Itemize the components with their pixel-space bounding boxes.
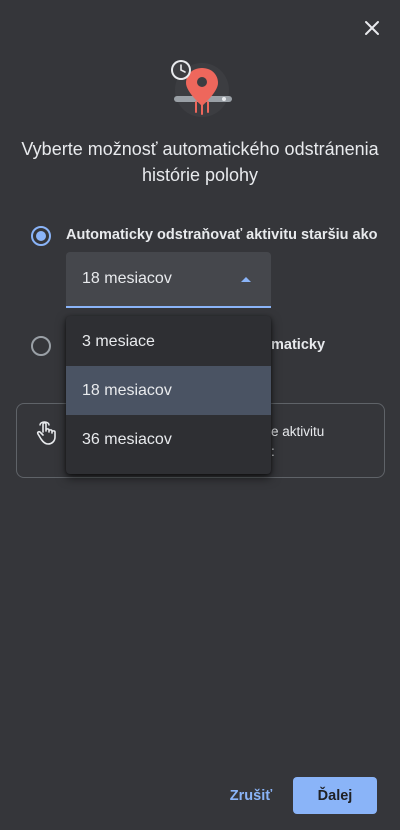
period-select[interactable]: 18 mesiacov xyxy=(66,252,271,308)
close-icon xyxy=(365,21,379,35)
touch-hand-icon xyxy=(35,420,59,451)
radio-no-auto-delete[interactable] xyxy=(31,336,51,356)
radio-auto-delete[interactable] xyxy=(31,226,51,246)
option-auto-delete-label: Automaticky odstraňovať aktivitu staršiu… xyxy=(66,227,378,243)
option-no-auto-delete-label: maticky xyxy=(271,337,326,353)
next-button[interactable]: Ďalej xyxy=(293,777,377,814)
cancel-button[interactable]: Zrušiť xyxy=(222,778,280,814)
info-card-text-line1: e aktivitu xyxy=(271,424,325,439)
dialog-title: Vyberte možnosť automatického odstráneni… xyxy=(21,139,379,185)
location-history-icon xyxy=(168,58,236,118)
close-button[interactable] xyxy=(358,14,386,42)
chevron-up-icon xyxy=(241,277,251,282)
period-select-value: 18 mesiacov xyxy=(82,270,172,287)
info-card-text-line2: : xyxy=(271,444,275,459)
menu-item-3-months[interactable]: 3 mesiace xyxy=(66,317,271,366)
period-dropdown-menu: 3 mesiace 18 mesiacov 36 mesiacov xyxy=(66,316,271,474)
info-card-text: e aktivitu : xyxy=(271,422,324,462)
menu-item-36-months[interactable]: 36 mesiacov xyxy=(66,415,271,464)
menu-item-18-months[interactable]: 18 mesiacov xyxy=(66,366,271,415)
